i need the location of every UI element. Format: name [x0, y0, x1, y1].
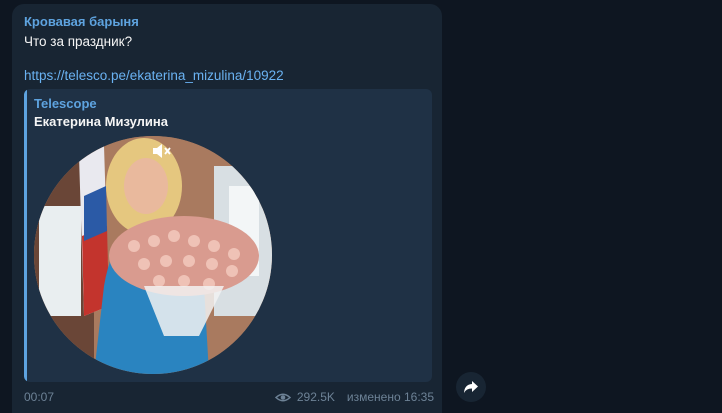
round-video[interactable]	[34, 136, 272, 374]
preview-accent-bar	[24, 89, 27, 382]
preview-site-name: Telescope	[34, 96, 97, 111]
share-button[interactable]	[456, 372, 486, 402]
message-text: Что за праздник?	[24, 34, 133, 49]
video-frame	[34, 136, 272, 374]
message-link[interactable]: https://telesco.pe/ekaterina_mizulina/10…	[24, 68, 284, 83]
message-meta: 292.5K изменено 16:35	[274, 390, 434, 404]
views-count: 292.5K	[296, 390, 335, 404]
speaker-muted-icon[interactable]	[151, 142, 173, 160]
edited-time: изменено 16:35	[346, 390, 434, 404]
sender-name[interactable]: Кровавая барыня	[24, 14, 139, 29]
preview-title: Екатерина Мизулина	[34, 114, 168, 129]
video-duration: 00:07	[24, 390, 55, 404]
share-arrow-icon	[464, 381, 478, 393]
message-bubble[interactable]: Кровавая барыня Что за праздник? https:/…	[12, 4, 442, 413]
link-preview[interactable]: Telescope Екатерина Мизулина	[24, 89, 432, 382]
eye-icon	[274, 393, 291, 401]
